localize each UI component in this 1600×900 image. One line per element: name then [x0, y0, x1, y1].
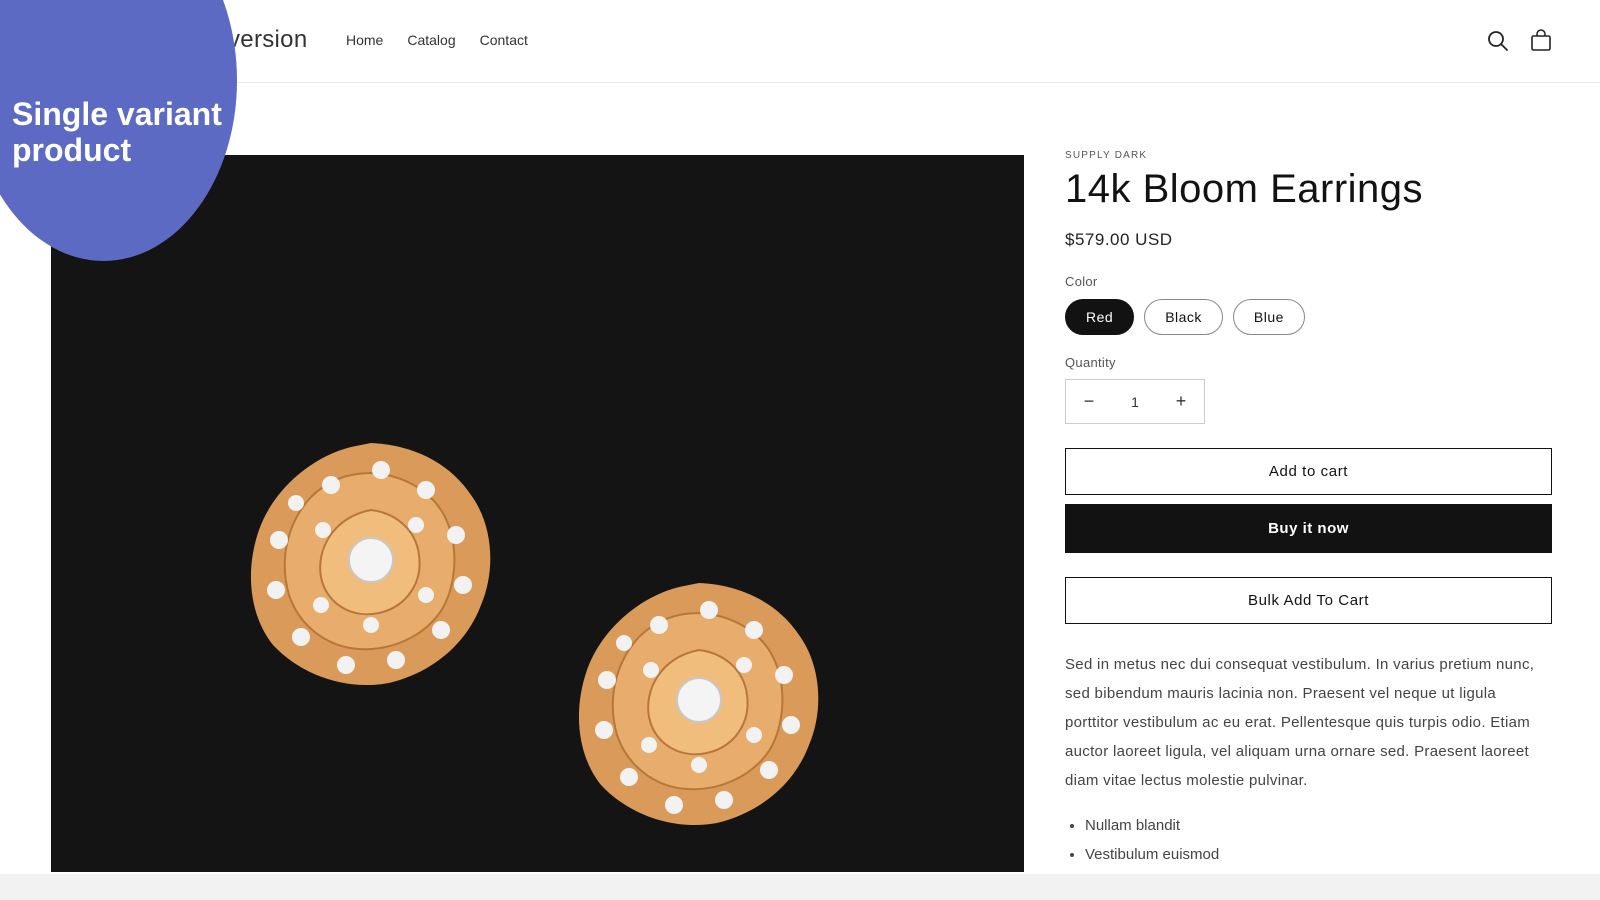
quantity-decrease-button[interactable]: −: [1066, 391, 1112, 412]
nav-home[interactable]: Home: [346, 32, 383, 48]
color-options: Red Black Blue: [1065, 299, 1552, 335]
add-to-cart-button[interactable]: Add to cart: [1065, 448, 1552, 495]
site-header: version Home Catalog Contact: [0, 0, 1600, 83]
product-feature-list: Nullam blandit Vestibulum euismod: [1065, 811, 1552, 869]
quantity-stepper: − 1 +: [1065, 379, 1205, 424]
product-image[interactable]: [51, 155, 1024, 872]
list-item: Vestibulum euismod: [1085, 840, 1552, 869]
cart-icon[interactable]: [1528, 28, 1554, 54]
search-icon[interactable]: [1485, 28, 1511, 54]
color-option-blue[interactable]: Blue: [1232, 299, 1305, 335]
nav-catalog[interactable]: Catalog: [407, 32, 455, 48]
bulk-add-to-cart-button[interactable]: Bulk Add To Cart: [1065, 577, 1552, 624]
color-label: Color: [1065, 274, 1098, 289]
main-nav: Home Catalog Contact: [346, 32, 528, 48]
bottom-bar: [0, 874, 1600, 900]
nav-contact[interactable]: Contact: [480, 32, 528, 48]
product-description: Sed in metus nec dui consequat vestibulu…: [1065, 656, 1535, 789]
badge-label: Single variant product: [12, 96, 222, 168]
quantity-increase-button[interactable]: +: [1158, 391, 1204, 412]
quantity-input[interactable]: 1: [1112, 394, 1158, 410]
quantity-label: Quantity: [1065, 355, 1116, 370]
color-option-black[interactable]: Black: [1144, 299, 1223, 335]
earring-image-right: [578, 583, 819, 826]
list-item: Nullam blandit: [1085, 811, 1552, 840]
buy-it-now-button[interactable]: Buy it now: [1065, 504, 1552, 553]
store-logo-text[interactable]: version: [228, 26, 307, 54]
product-info: SUPPLY DARK 14k Bloom Earrings $579.00 U…: [1065, 150, 1552, 869]
product-price: $579.00 USD: [1065, 230, 1173, 249]
color-option-red[interactable]: Red: [1065, 299, 1135, 335]
product-vendor: SUPPLY DARK: [1065, 150, 1148, 161]
earring-image-left: [250, 443, 491, 686]
product-title: 14k Bloom Earrings: [1065, 167, 1424, 211]
